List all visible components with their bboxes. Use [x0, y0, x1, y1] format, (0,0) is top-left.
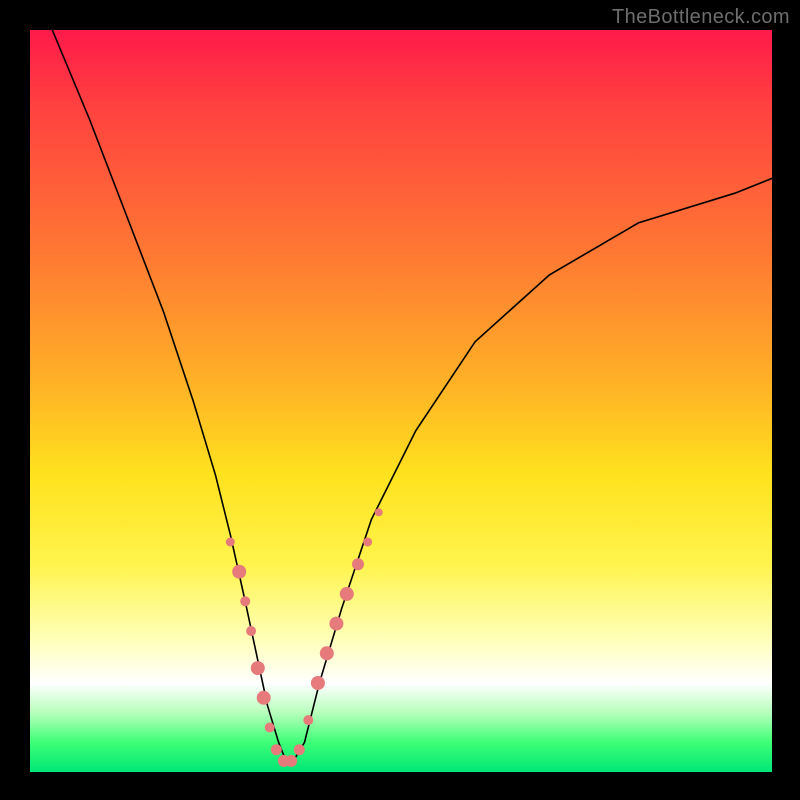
- marker-dot: [257, 691, 271, 705]
- marker-dot: [329, 617, 343, 631]
- marker-dot: [265, 723, 275, 733]
- plot-area: [30, 30, 772, 772]
- marker-dot: [240, 596, 250, 606]
- marker-dot: [232, 565, 246, 579]
- marker-dot: [251, 661, 265, 675]
- marker-dot: [375, 508, 383, 516]
- chart-frame: TheBottleneck.com: [0, 0, 800, 800]
- marker-dot: [320, 646, 334, 660]
- marker-dot: [363, 538, 372, 547]
- bottleneck-curve: [52, 30, 772, 761]
- marker-dot: [340, 587, 354, 601]
- marker-layer: [226, 508, 383, 767]
- marker-dot: [352, 558, 364, 570]
- marker-dot: [311, 676, 325, 690]
- marker-dot: [285, 755, 297, 767]
- marker-dot: [246, 626, 256, 636]
- curve-svg: [30, 30, 772, 772]
- marker-dot: [226, 538, 235, 547]
- watermark-text: TheBottleneck.com: [612, 6, 790, 29]
- marker-dot: [294, 744, 305, 755]
- marker-dot: [303, 715, 313, 725]
- marker-dot: [271, 744, 282, 755]
